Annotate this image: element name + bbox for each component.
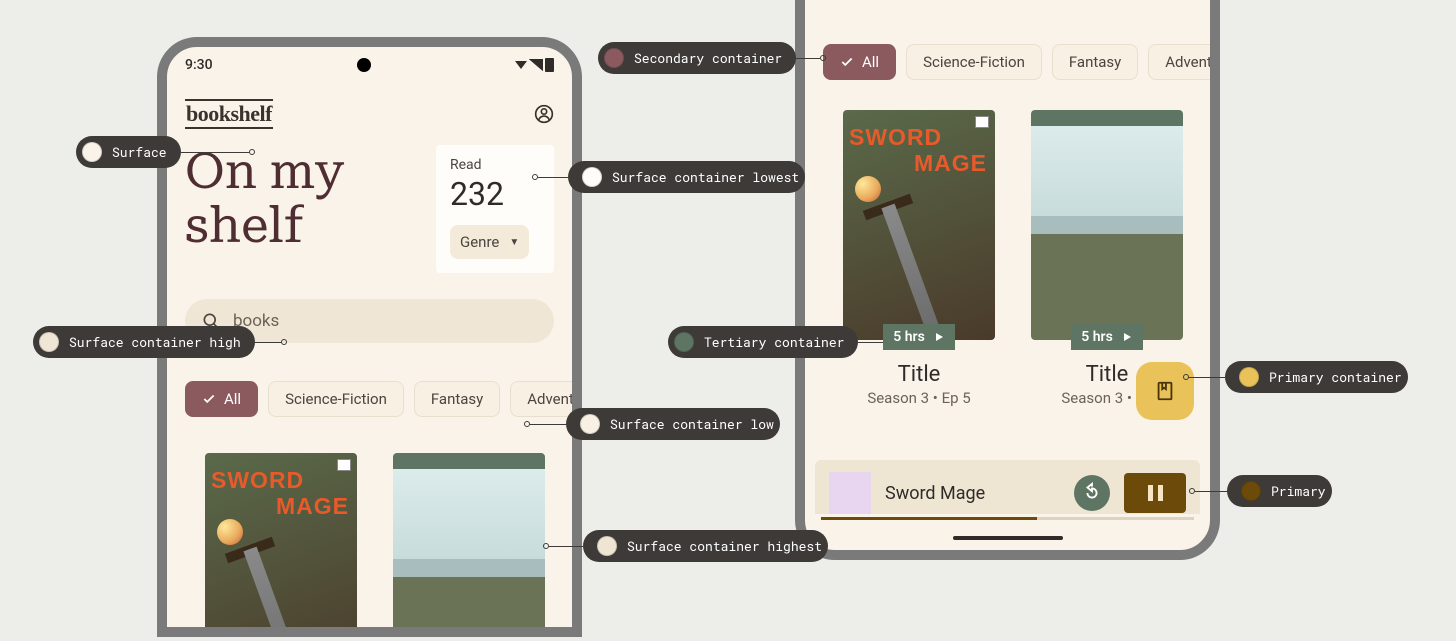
battery-icon — [545, 58, 554, 72]
chip-all[interactable]: All — [185, 381, 258, 417]
book-cards-row: SWORD MAGE — [167, 417, 572, 637]
progress-bar[interactable] — [821, 517, 1194, 520]
book-cover — [1031, 110, 1183, 340]
chip-adventure[interactable]: Adventure — [1148, 44, 1210, 80]
stat-label: Read — [450, 157, 540, 173]
color-swatch — [597, 536, 617, 556]
annotation-primary: Primary — [1189, 475, 1332, 507]
book-card[interactable]: SWORD MAGE — [205, 453, 357, 637]
cover-text-2: MAGE — [914, 150, 987, 177]
bookmark-icon — [975, 116, 989, 128]
play-icon — [933, 331, 945, 343]
color-swatch — [580, 414, 600, 434]
camera-cutout — [357, 58, 371, 72]
progress-fill — [821, 517, 1037, 520]
color-swatch — [674, 332, 694, 352]
mini-player[interactable]: Sword Mage — [815, 460, 1200, 514]
chip-sf[interactable]: Science-Fiction — [268, 381, 404, 417]
cover-text-1: SWORD — [849, 124, 942, 151]
replay-icon — [1081, 482, 1103, 504]
chip-all-label: All — [224, 390, 241, 408]
status-bar: 9:30 — [167, 47, 572, 83]
replay-10-button[interactable] — [1074, 475, 1110, 511]
chip-all-label: All — [862, 53, 879, 71]
nav-handle[interactable] — [953, 536, 1063, 540]
phone-frame-right: All Science-Fiction Fantasy Adventure SW… — [795, 0, 1220, 560]
status-time: 9:30 — [185, 57, 213, 73]
annotation-surface-low: Surface container low — [524, 408, 780, 440]
cover-text-1: SWORD — [211, 467, 304, 494]
card-title: Title — [898, 362, 941, 387]
cover-blade — [243, 547, 304, 637]
pause-button[interactable] — [1124, 473, 1186, 513]
cover-text-2: MAGE — [276, 493, 349, 520]
color-swatch — [604, 48, 624, 68]
color-swatch — [1241, 481, 1261, 501]
annotation-surface-high: Surface container high — [33, 326, 287, 358]
duration-text: 5 hrs — [893, 329, 925, 345]
book-cover: SWORD MAGE — [843, 110, 995, 340]
app-logo: bookshelf — [185, 99, 273, 129]
annotation-surface-lowest: Surface container lowest — [532, 161, 805, 193]
chip-sf[interactable]: Science-Fiction — [906, 44, 1042, 80]
filter-chip-row: All Science-Fiction Fantasy Adventure — [167, 353, 572, 417]
wifi-icon — [515, 61, 527, 69]
color-swatch — [1239, 367, 1259, 387]
duration-chip[interactable]: 5 hrs — [1071, 324, 1143, 350]
book-cover — [393, 453, 545, 637]
card-title: Title — [1086, 362, 1129, 387]
chevron-down-icon: ▼ — [509, 237, 519, 248]
book-cover: SWORD MAGE — [205, 453, 357, 637]
cover-orb — [217, 519, 243, 545]
mini-player-title: Sword Mage — [885, 483, 1060, 504]
color-swatch — [82, 142, 102, 162]
annotation-secondary: Secondary container — [598, 42, 826, 74]
check-icon — [202, 392, 216, 406]
annotation-surface-highest: Surface container highest — [543, 530, 828, 562]
status-indicators — [515, 58, 554, 72]
card-subtitle: Season 3 • Ep 5 — [867, 389, 970, 407]
account-icon[interactable] — [534, 104, 554, 124]
chip-all[interactable]: All — [823, 44, 896, 80]
annotation-primary-container: Primary container — [1183, 361, 1408, 393]
bookmark-icon — [1154, 380, 1176, 402]
mini-player-cover — [829, 472, 871, 514]
check-icon — [840, 55, 854, 69]
chip-fantasy[interactable]: Fantasy — [414, 381, 500, 417]
duration-chip[interactable]: 5 hrs — [883, 324, 955, 350]
signal-icon — [529, 59, 543, 71]
play-icon — [1121, 331, 1133, 343]
pause-icon — [1148, 485, 1153, 501]
stat-value: 232 — [450, 175, 540, 213]
pause-icon — [1158, 485, 1163, 501]
genre-label: Genre — [460, 233, 499, 251]
annotation-surface: Surface — [76, 136, 255, 168]
duration-text: 5 hrs — [1081, 329, 1113, 345]
chip-fantasy[interactable]: Fantasy — [1052, 44, 1138, 80]
color-swatch — [39, 332, 59, 352]
genre-dropdown[interactable]: Genre ▼ — [450, 225, 529, 259]
bookmark-icon — [337, 459, 351, 471]
book-card[interactable] — [393, 453, 545, 637]
book-card[interactable]: SWORD MAGE 5 hrs Title Season 3 • Ep 5 — [843, 110, 995, 407]
filter-chip-row: All Science-Fiction Fantasy Adventure — [805, 34, 1210, 80]
app-bar: bookshelf — [167, 83, 572, 137]
color-swatch — [582, 167, 602, 187]
annotation-tertiary: Tertiary container — [668, 326, 894, 358]
